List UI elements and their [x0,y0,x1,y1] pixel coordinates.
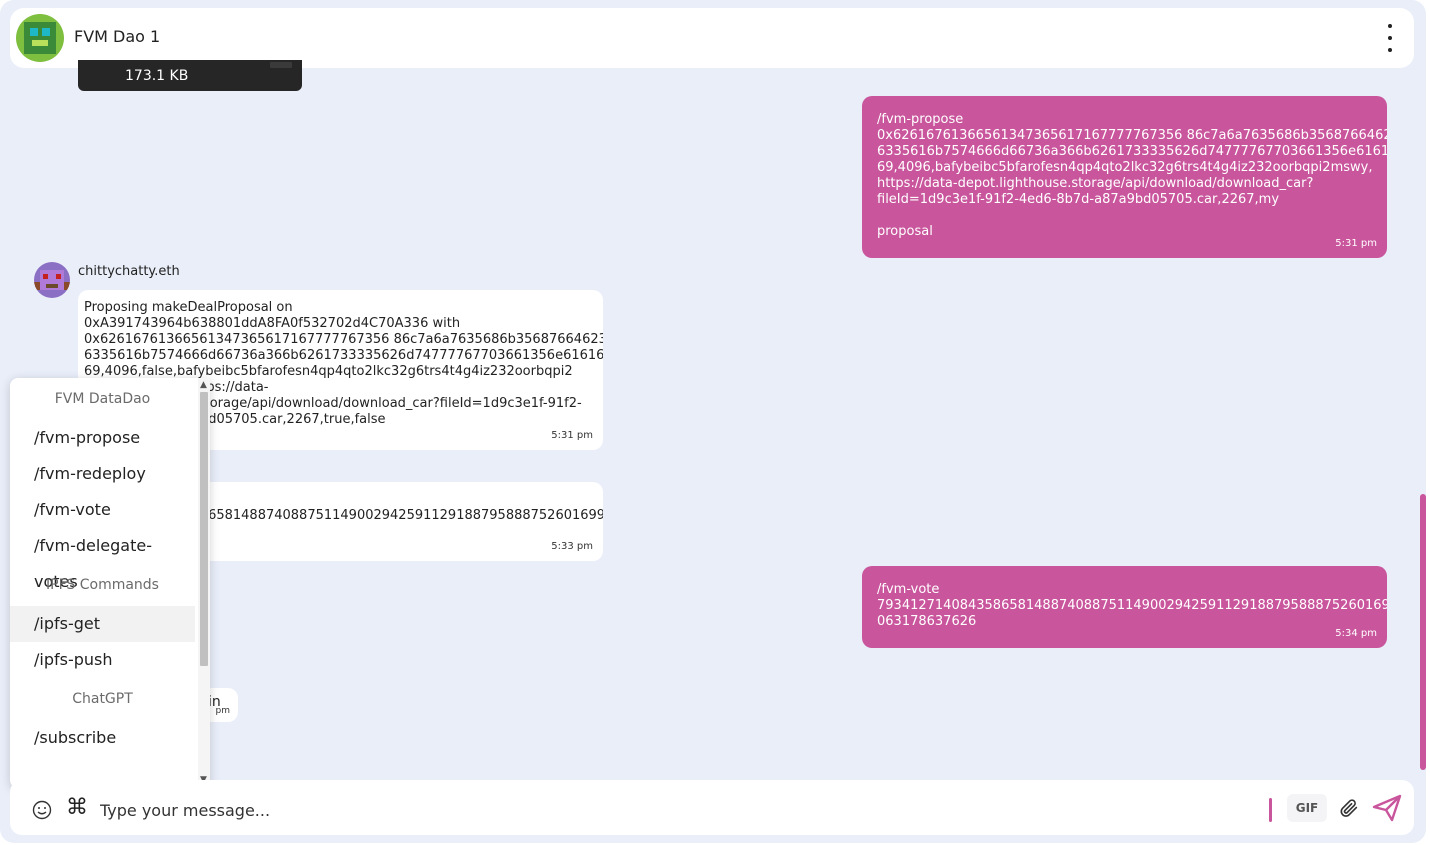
command-item[interactable]: /subscribe [10,720,195,756]
command-item[interactable]: /fvm-delegate-votes [10,528,195,591]
message-text: /fvm-vote 793412714084358658148874088751… [877,582,1387,629]
command-item[interactable]: /ipfs-get [10,606,195,642]
message-input[interactable] [100,798,900,822]
group-avatar[interactable] [16,14,64,62]
file-attachment[interactable]: 173.1 KB [78,60,302,91]
smiley-icon[interactable] [32,800,52,824]
command-list: FVM DataDao/fvm-propose/fvm-redeploy/fvm… [10,378,210,756]
chat-scrollbar[interactable] [1420,60,1426,770]
message-bubble-sent: /fvm-vote 793412714084358658148874088751… [862,566,1387,648]
command-key-icon[interactable]: ⌘ [66,796,88,820]
sender-avatar[interactable] [34,262,70,298]
command-menu-scrollbar[interactable]: ▲ ▼ [198,378,210,788]
message-time: pm [215,706,230,716]
scroll-up-arrow-icon[interactable]: ▲ [200,381,207,390]
chat-header: FVM Dao 1 [10,8,1414,68]
paperclip-icon[interactable] [1338,797,1360,823]
chat-title: FVM Dao 1 [74,27,161,46]
command-menu-scrollbar-thumb[interactable] [200,392,208,666]
sender-name[interactable]: chittychatty.eth [78,264,180,279]
send-icon[interactable] [1372,794,1402,826]
command-item[interactable]: /fvm-redeploy [10,456,195,492]
app-window: FVM Dao 1 173.1 KB /fvm-propose 0x626167… [0,0,1426,843]
chat-scrollbar-thumb[interactable] [1420,494,1426,770]
command-group-header: ChatGPT [72,691,133,707]
command-item[interactable]: /fvm-propose [10,420,195,456]
message-text: /fvm-propose 0x6261676136656134736561716… [877,112,1387,239]
message-bubble-sent: /fvm-propose 0x6261676136656134736561716… [862,96,1387,258]
composer-divider [1269,798,1272,822]
file-size: 173.1 KB [125,68,189,84]
message-time: 5:31 pm [1335,238,1377,249]
command-item[interactable]: /fvm-vote [10,492,195,528]
command-group-header: FVM DataDao [54,391,151,407]
message-composer: ⌘ GIF [10,780,1414,835]
message-time: 5:34 pm [1335,628,1377,639]
download-icon[interactable] [270,62,292,68]
more-vertical-icon[interactable] [1382,24,1398,52]
gif-button[interactable]: GIF [1287,794,1327,822]
command-item[interactable]: /ipfs-push [10,642,195,678]
message-time: 5:31 pm [551,430,593,441]
command-menu: FVM DataDao/fvm-propose/fvm-redeploy/fvm… [10,378,210,788]
message-time: 5:33 pm [551,541,593,552]
